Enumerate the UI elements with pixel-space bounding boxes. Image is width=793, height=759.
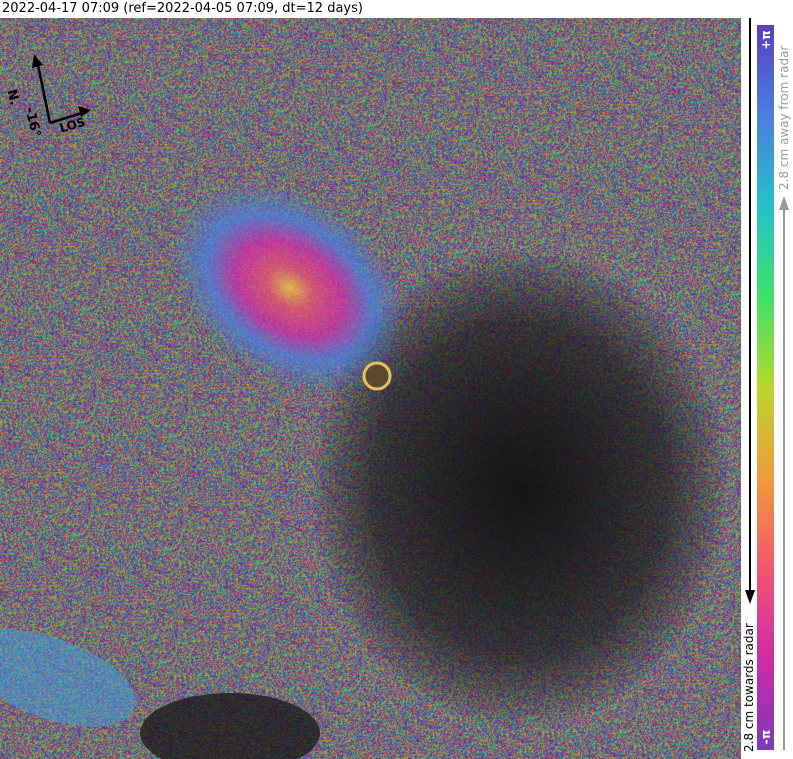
- figure-title: 2022-04-17 07:09 (ref=2022-04-05 07:09, …: [2, 1, 363, 16]
- compass-indicator: [32, 54, 91, 125]
- colorbar-top-label: +π: [759, 30, 773, 50]
- summit-crater: [362, 361, 392, 391]
- away-arrow-head: [779, 196, 789, 210]
- phase-colorbar: [757, 25, 774, 750]
- away-label: 2.8 cm away from radar: [777, 45, 791, 190]
- interferogram-image: N. -16° LOS: [0, 18, 741, 759]
- radar-shadow-region: [310, 248, 730, 728]
- dark-lava-area: [140, 693, 320, 759]
- interferogram-overlay: [0, 54, 730, 759]
- towards-arrow-line: [749, 18, 751, 598]
- colorbar-bottom-label: -π: [759, 729, 773, 745]
- towards-label: 2.8 cm towards radar: [742, 623, 756, 752]
- away-arrow-line: [783, 210, 785, 750]
- sw-fringe-patch: [0, 629, 136, 727]
- towards-arrow-head: [745, 590, 755, 604]
